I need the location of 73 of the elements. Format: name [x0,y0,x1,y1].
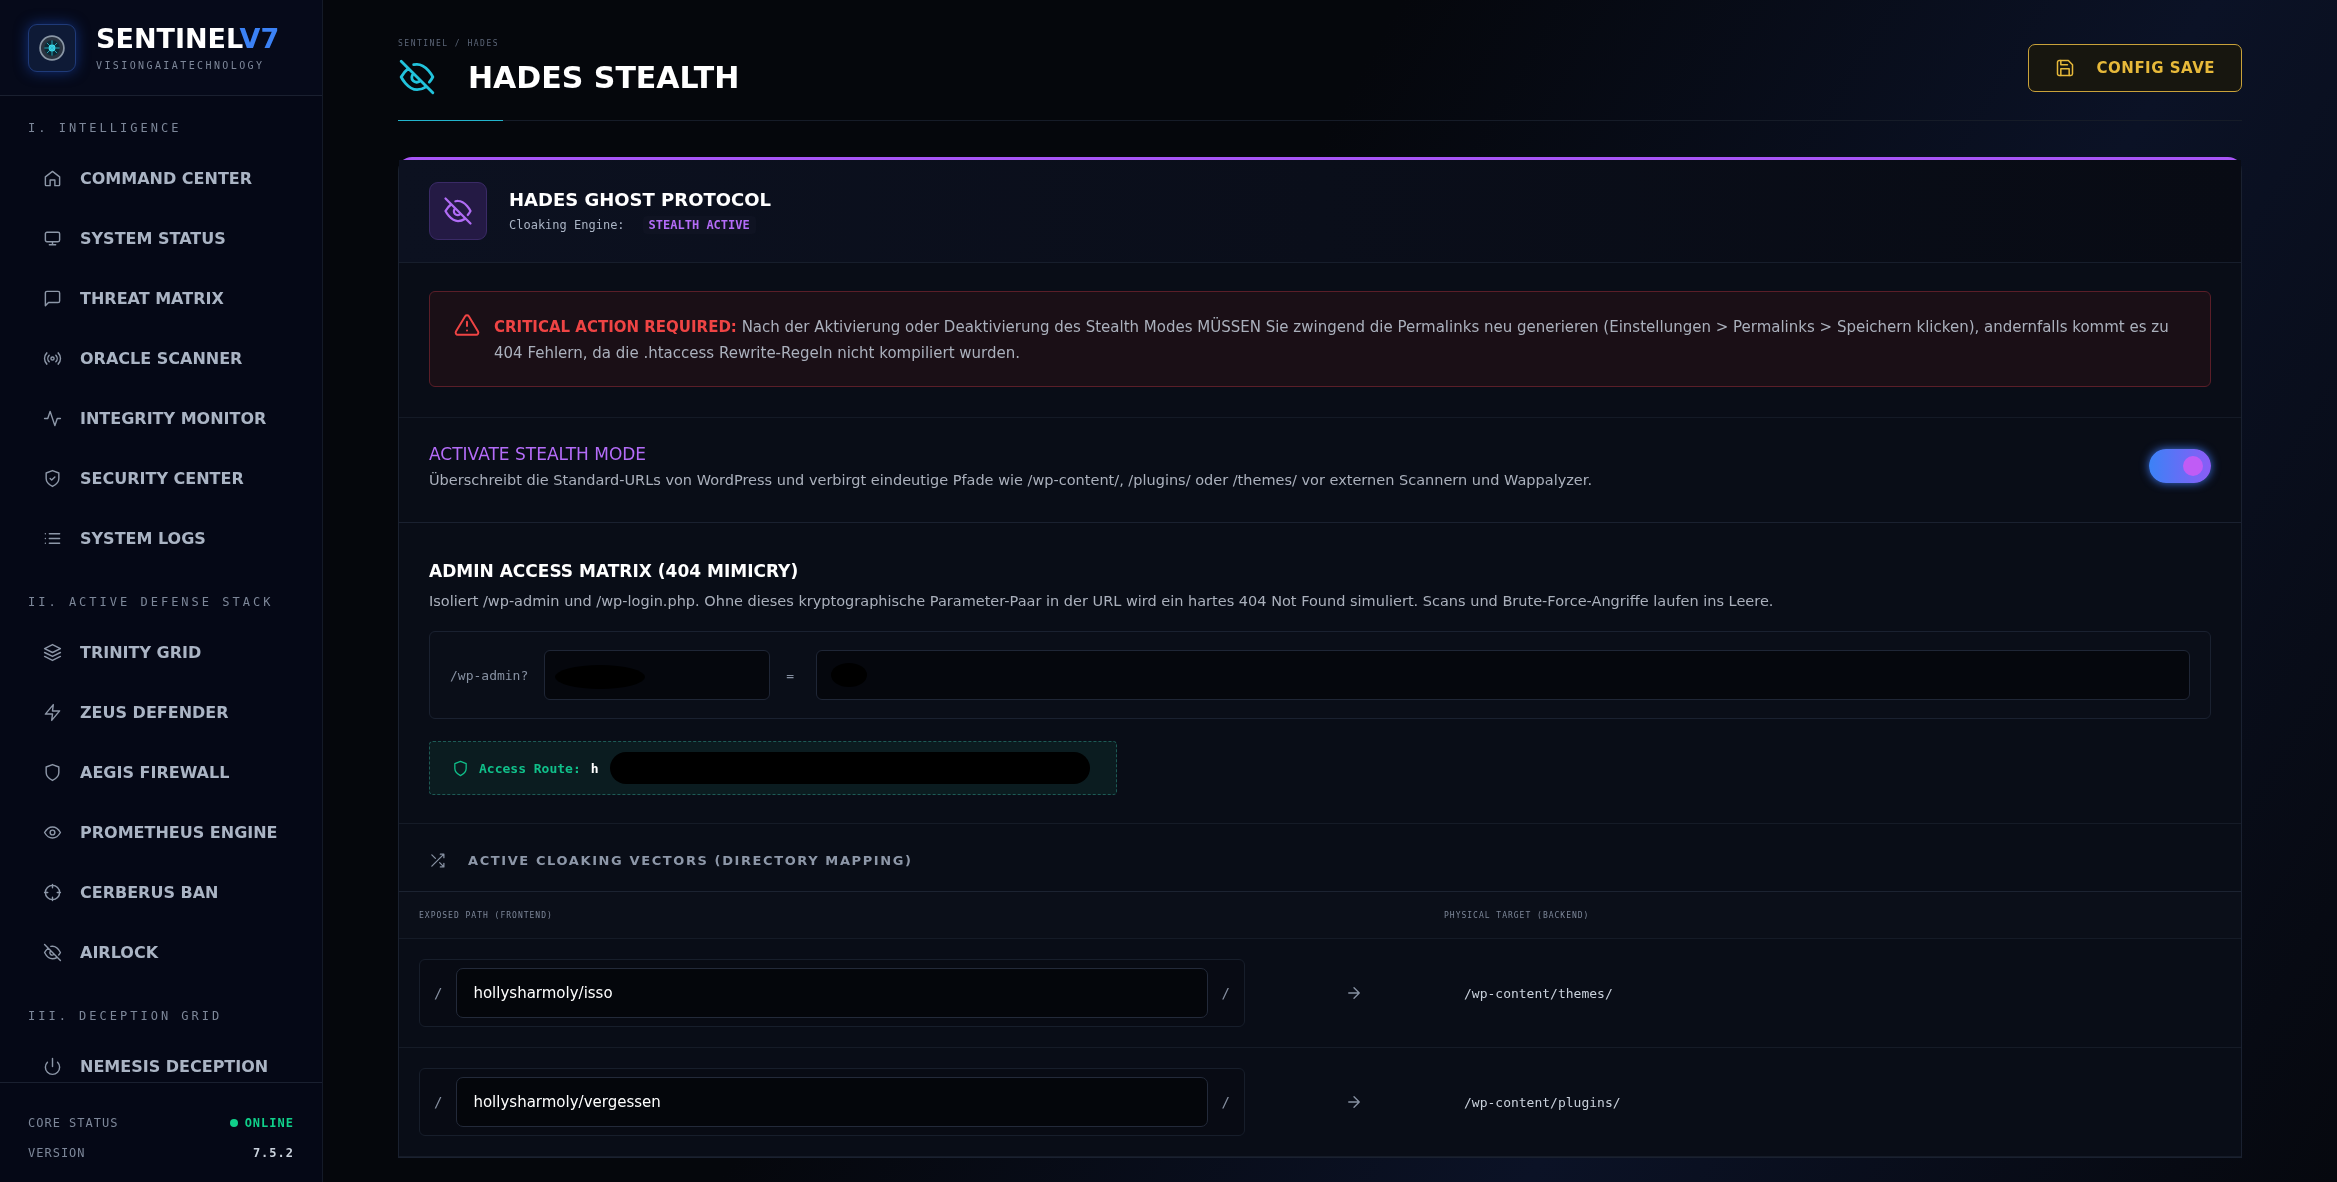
sidebar-item[interactable]: SYSTEM STATUS [0,208,322,268]
sidebar-item[interactable]: ORACLE SCANNER [0,328,322,388]
route-value: h [590,760,599,776]
sidebar-item[interactable]: SYSTEM LOGS [0,508,322,568]
route-label: Access Route: [479,760,581,776]
crosshair-icon [43,882,62,902]
warning-icon [454,312,480,338]
shield-icon [43,762,62,782]
setting-description: Überschreibt die Standard-URLs von WordPress und verbirgt eindeutige Pfade wie /wp-content/, /plugins/ oder /themes/ vor externen Scannern und Wappalyzer. [429,472,1593,488]
alert-message: CRITICAL ACTION REQUIRED: Nach der Aktivierung oder Deaktivierung des Stealth Modes MÜSSEN Sie zwingend die Permalinks neu generieren (Einstellungen > Permalinks > Speichern klicken), andernfalls kommt es zu 404 Fehlern, da die .htaccess Rewrite-Regeln nicht kompiliert wurden. [494,316,2170,364]
eye-off-icon [398,58,436,96]
brand-name: SENTINELV7 [96,24,280,52]
config-save-button[interactable]: CONFIG SAVE [2027,44,2242,92]
path-prefix: / [434,1094,443,1110]
eye-off-icon [443,196,473,226]
sidebar-item[interactable]: AIRLOCK [0,922,322,982]
shuffle-icon [429,852,446,869]
input-field[interactable]: hollysharmoly/isso [456,968,1208,1018]
path-suffix: / [1221,1094,1230,1110]
breadcrumb: SENTINEL / HADES [398,39,501,48]
sidebar-item[interactable]: AEGIS FIREWALL [0,742,322,802]
path-prefix: / [434,985,443,1001]
sidebar-item[interactable]: TRINITY GRID [0,622,322,682]
sidebar-item[interactable]: COMMAND CENTER [0,148,322,208]
section-description: Isoliert /wp-admin und /wp-login.php. Ohne dieses kryptographische Parameter-Paar in der URL wird ein hartes 404 Not Found simuliert. Scans und Brute-Force-Angriffe laufen ins Leere. [429,593,1775,609]
sidebar-item[interactable]: NEMESIS DECEPTION [0,1036,322,1082]
monitor-icon [43,228,62,248]
column-header: PHYSICAL TARGET (BACKEND) [1444,910,1590,920]
equals-sign: = [786,667,795,683]
sidebar-item[interactable]: SECURITY CENTER [0,448,322,508]
logo-icon [28,23,76,72]
pulse-icon [43,408,62,428]
status-badge: STEALTH ACTIVE [642,215,756,234]
status-label: VERSION [28,1145,86,1160]
power-icon [43,1056,62,1076]
nav-section-title: II. ACTIVE DEFENSE STACK [27,594,275,611]
brand-tagline: VISIONGAIATECHNOLOGY [96,59,266,71]
page-title: HADES STEALTH [468,59,740,95]
sidebar-item[interactable]: ZEUS DEFENDER [0,682,322,742]
toggle-switch[interactable] [2149,449,2211,483]
save-icon [2054,58,2075,78]
speech-bubble-icon [43,288,62,308]
lightning-icon [43,702,62,722]
input-field[interactable] [544,650,771,700]
status-dot [229,1118,238,1127]
layers-icon [43,642,62,662]
setting-title: ACTIVATE STEALTH MODE [429,444,648,464]
sidebar-item[interactable]: PROMETHEUS ENGINE [0,802,322,862]
status-value: ONLINE [244,1115,294,1130]
input-field[interactable]: hollysharmoly/vergessen [456,1077,1208,1127]
section-title: ADMIN ACCESS MATRIX (404 MIMICRY) [429,561,800,581]
status-label: CORE STATUS [28,1115,119,1130]
arrow-icon [1345,984,1363,1002]
path-suffix: / [1221,985,1230,1001]
column-header: EXPOSED PATH (FRONTEND) [419,910,554,920]
shield-icon [452,759,469,777]
home-icon [43,168,62,188]
arrow-icon [1345,1093,1363,1111]
eye-off-icon [43,942,62,962]
sidebar-item[interactable]: THREAT MATRIX [0,268,322,328]
table-cell: /wp-content/themes/ [1464,985,1613,1001]
shield-check-icon [43,468,62,488]
sidebar-item[interactable]: CERBERUS BAN [0,862,322,922]
param-prefix: /wp-admin? [450,667,529,683]
card-title: HADES GHOST PROTOCOL [509,188,772,210]
table-cell: /wp-content/plugins/ [1464,1094,1621,1110]
input-field[interactable] [816,650,2190,700]
nav-section-title: I. INTELLIGENCE [27,120,183,137]
version-value: 7.5.2 [252,1145,294,1160]
sidebar-item[interactable]: INTEGRITY MONITOR [0,388,322,448]
section-title: ACTIVE CLOAKING VECTORS (DIRECTORY MAPPING) [468,853,913,868]
nav-section-title: III. DECEPTION GRID [27,1008,224,1025]
engine-label: Cloaking Engine: [509,217,625,232]
